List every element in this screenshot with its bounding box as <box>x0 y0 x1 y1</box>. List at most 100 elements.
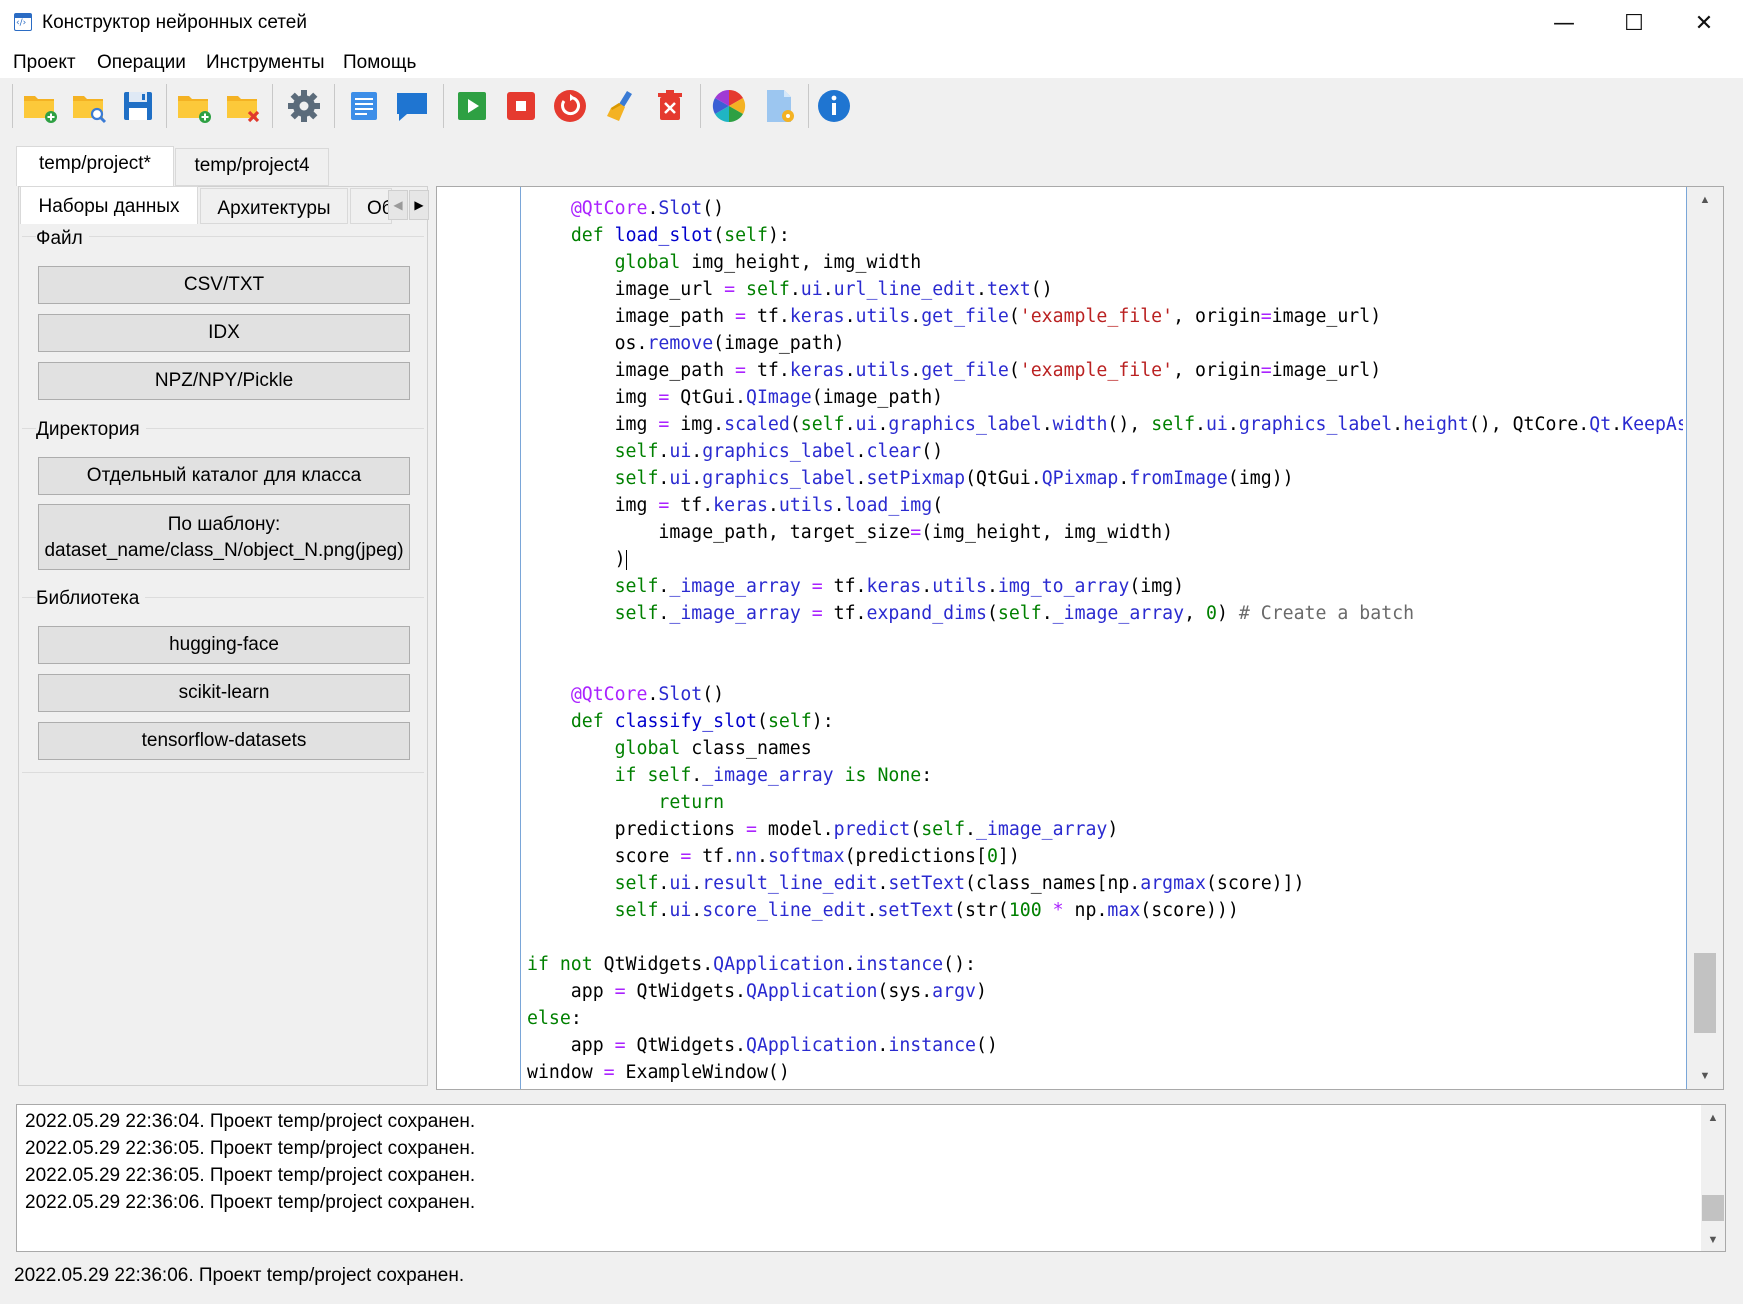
file-settings-icon[interactable] <box>761 88 797 124</box>
toolbar <box>0 78 1743 134</box>
log-scrollbar[interactable]: ▲ ▼ <box>1701 1105 1725 1251</box>
toolbar-separator <box>334 84 335 128</box>
code-line: self.ui.graphics_label.setPixmap(QtGui.Q… <box>614 468 1294 489</box>
tab-training-truncated[interactable]: Об <box>350 188 392 224</box>
code-line: predictions = model.predict(self._image_… <box>527 819 1119 840</box>
log-output[interactable]: 2022.05.29 22:36:04. Проект temp/project… <box>16 1104 1726 1252</box>
scikit-learn-button[interactable]: scikit-learn <box>38 674 410 712</box>
group-title-library: Библиотека <box>36 588 146 610</box>
maximize-icon: ☐ <box>1624 10 1644 36</box>
status-bar-text: 2022.05.29 22:36:06. Проект temp/project… <box>14 1265 465 1286</box>
document-icon[interactable] <box>346 88 382 124</box>
menu-bar: Проект Операции Инструменты Помощь <box>0 46 1743 78</box>
code-line: image_path, target_size=(img_height, img… <box>527 522 1174 543</box>
minimize-icon: — <box>1553 10 1575 36</box>
code-line: if self._image_array is None: <box>614 765 933 786</box>
class-folder-button[interactable]: Отдельный каталог для класса <box>38 457 410 495</box>
log-line: 2022.05.29 22:36:06. Проект temp/project… <box>25 1192 476 1213</box>
csv-txt-button[interactable]: CSV/TXT <box>38 266 410 304</box>
code-line: img = QtGui.QImage(image_path) <box>527 387 944 408</box>
delete-icon[interactable] <box>652 88 688 124</box>
code-line: self.ui.score_line_edit.setText(str(100 … <box>614 900 1239 921</box>
code-line: def load_slot(self): <box>570 225 790 246</box>
maximize-button[interactable]: ☐ <box>1599 0 1669 46</box>
code-line: image_path = tf.keras.utils.get_file('ex… <box>527 360 1382 381</box>
code-line: return <box>658 792 725 813</box>
template-button-line1: По шаблону: <box>167 514 281 535</box>
code-line: global img_height, img_width <box>614 252 922 273</box>
menu-help[interactable]: Помощь <box>343 52 416 74</box>
clean-icon[interactable] <box>603 88 639 124</box>
minimize-button[interactable]: — <box>1529 0 1599 46</box>
code-line: @QtCore.Slot() <box>570 684 725 705</box>
tab-scroll-left-button[interactable]: ◀ <box>388 190 408 220</box>
code-line: self.ui.result_line_edit.setText(class_n… <box>614 873 1305 894</box>
code-line: def classify_slot(self): <box>570 711 834 732</box>
settings-icon[interactable] <box>286 88 322 124</box>
npz-npy-pickle-button[interactable]: NPZ/NPY/Pickle <box>38 362 410 400</box>
toolbar-separator <box>12 84 13 128</box>
window-title: Конструктор нейронных сетей <box>42 12 307 33</box>
log-scroll-down-icon[interactable]: ▼ <box>1701 1229 1725 1251</box>
template-button[interactable]: По шаблону: dataset_name/class_N/object_… <box>38 504 410 570</box>
log-line: 2022.05.29 22:36:05. Проект temp/project… <box>25 1138 476 1159</box>
scroll-down-icon[interactable]: ▼ <box>1687 1065 1723 1087</box>
code-line: score = tf.nn.softmax(predictions[0]) <box>527 846 1020 867</box>
code-line: image_url = self.ui.url_line_edit.text() <box>527 279 1053 300</box>
add-folder-icon[interactable] <box>176 88 212 124</box>
new-project-icon[interactable] <box>22 88 58 124</box>
restart-icon[interactable] <box>552 88 588 124</box>
title-bar: Конструктор нейронных сетей — ☐ ✕ <box>0 0 1743 46</box>
hugging-face-button[interactable]: hugging-face <box>38 626 410 664</box>
tab-datasets[interactable]: Наборы данных <box>20 186 198 224</box>
scroll-up-icon[interactable]: ▲ <box>1687 189 1723 211</box>
close-icon: ✕ <box>1694 10 1714 36</box>
tab-architectures[interactable]: Архитектуры <box>200 188 348 224</box>
code-line: @QtCore.Slot() <box>570 198 725 219</box>
toolbar-separator <box>272 84 273 128</box>
editor-gutter-border <box>520 187 521 1089</box>
tensorflow-datasets-button[interactable]: tensorflow-datasets <box>38 722 410 760</box>
toolbar-separator <box>166 84 167 128</box>
log-scroll-up-icon[interactable]: ▲ <box>1701 1107 1725 1129</box>
color-palette-icon[interactable] <box>711 88 747 124</box>
stop-icon[interactable] <box>503 88 539 124</box>
code-line: if not QtWidgets.QApplication.instance()… <box>527 954 976 975</box>
log-scroll-thumb[interactable] <box>1702 1195 1724 1221</box>
code-text-area[interactable]: @QtCore.Slot() def load_slot(self): glob… <box>527 195 1683 1085</box>
template-button-line2: dataset_name/class_N/object_N.png(jpeg) <box>44 540 404 561</box>
app-code-icon <box>14 13 32 31</box>
save-icon[interactable] <box>120 88 156 124</box>
menu-operations[interactable]: Операции <box>97 52 186 74</box>
chat-icon[interactable] <box>394 88 430 124</box>
close-button[interactable]: ✕ <box>1669 0 1739 46</box>
group-divider <box>22 772 424 773</box>
run-icon[interactable] <box>454 88 490 124</box>
menu-project[interactable]: Проект <box>13 52 76 74</box>
code-line: window = ExampleWindow() <box>527 1062 790 1083</box>
idx-button[interactable]: IDX <box>38 314 410 352</box>
tab-scroll-right-icon: ▶ <box>414 198 424 212</box>
log-line: 2022.05.29 22:36:04. Проект temp/project… <box>25 1111 476 1132</box>
delete-folder-icon[interactable] <box>225 88 261 124</box>
toolbar-separator <box>700 84 701 128</box>
tab-scroll-left-icon: ◀ <box>393 198 403 212</box>
tab-project-temp[interactable]: temp/project* <box>16 146 174 186</box>
info-icon[interactable] <box>816 88 852 124</box>
code-line: img = img.scaled(self.ui.graphics_label.… <box>527 414 1683 435</box>
tab-project-temp4[interactable]: temp/project4 <box>175 148 329 186</box>
toolbar-separator <box>443 84 444 128</box>
code-line: ) <box>527 549 627 570</box>
open-project-icon[interactable] <box>71 88 107 124</box>
editor-scroll-thumb[interactable] <box>1694 953 1716 1033</box>
code-line: self._image_array = tf.keras.utils.img_t… <box>614 576 1185 597</box>
editor-scrollbar[interactable]: ▲ ▼ <box>1687 187 1723 1089</box>
menu-tools[interactable]: Инструменты <box>206 52 324 74</box>
tab-scroll-right-button[interactable]: ▶ <box>409 190 429 220</box>
log-line: 2022.05.29 22:36:05. Проект temp/project… <box>25 1165 476 1186</box>
code-line: self._image_array = tf.expand_dims(self.… <box>614 603 1415 624</box>
code-editor[interactable]: @QtCore.Slot() def load_slot(self): glob… <box>436 186 1724 1090</box>
